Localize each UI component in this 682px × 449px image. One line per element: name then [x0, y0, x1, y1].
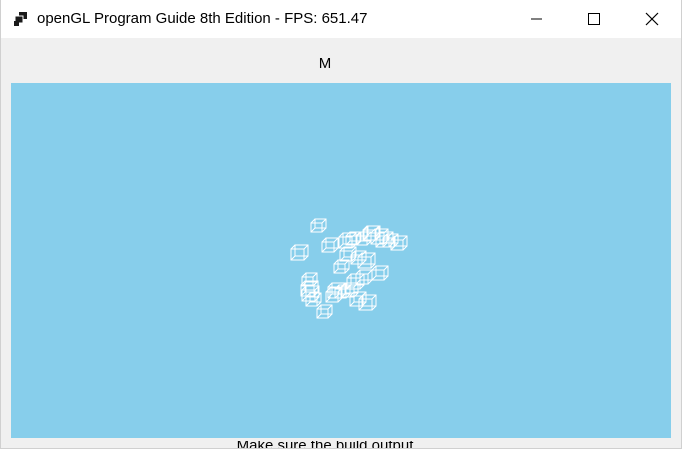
wireframe-cube: [339, 246, 357, 262]
app-window: openGL Program Guide 8th Edition - FPS: …: [0, 0, 682, 449]
cube-scene: [290, 218, 408, 319]
title-bar[interactable]: openGL Program Guide 8th Edition - FPS: …: [1, 0, 681, 38]
wireframe-cube: [371, 265, 389, 281]
close-icon: [645, 12, 659, 26]
window-title: openGL Program Guide 8th Edition - FPS: …: [37, 10, 368, 27]
wireframe-cube: [333, 259, 350, 274]
window-app-icon: [13, 11, 29, 27]
opengl-viewport[interactable]: [11, 83, 671, 438]
viewport-label: M: [318, 55, 332, 72]
maximize-icon: [588, 13, 600, 25]
close-button[interactable]: [623, 0, 681, 38]
wireframe-cube: [290, 244, 309, 261]
bottom-status-text: Make sure the build output: [1, 441, 649, 448]
minimize-icon: [531, 18, 542, 20]
bottom-status-area: Make sure the build output: [1, 441, 681, 448]
wireframe-cube: [321, 237, 339, 253]
wireframe-cube: [310, 218, 327, 233]
wireframe-cube: [316, 304, 333, 319]
minimize-button[interactable]: [507, 0, 565, 38]
maximize-button[interactable]: [565, 0, 623, 38]
